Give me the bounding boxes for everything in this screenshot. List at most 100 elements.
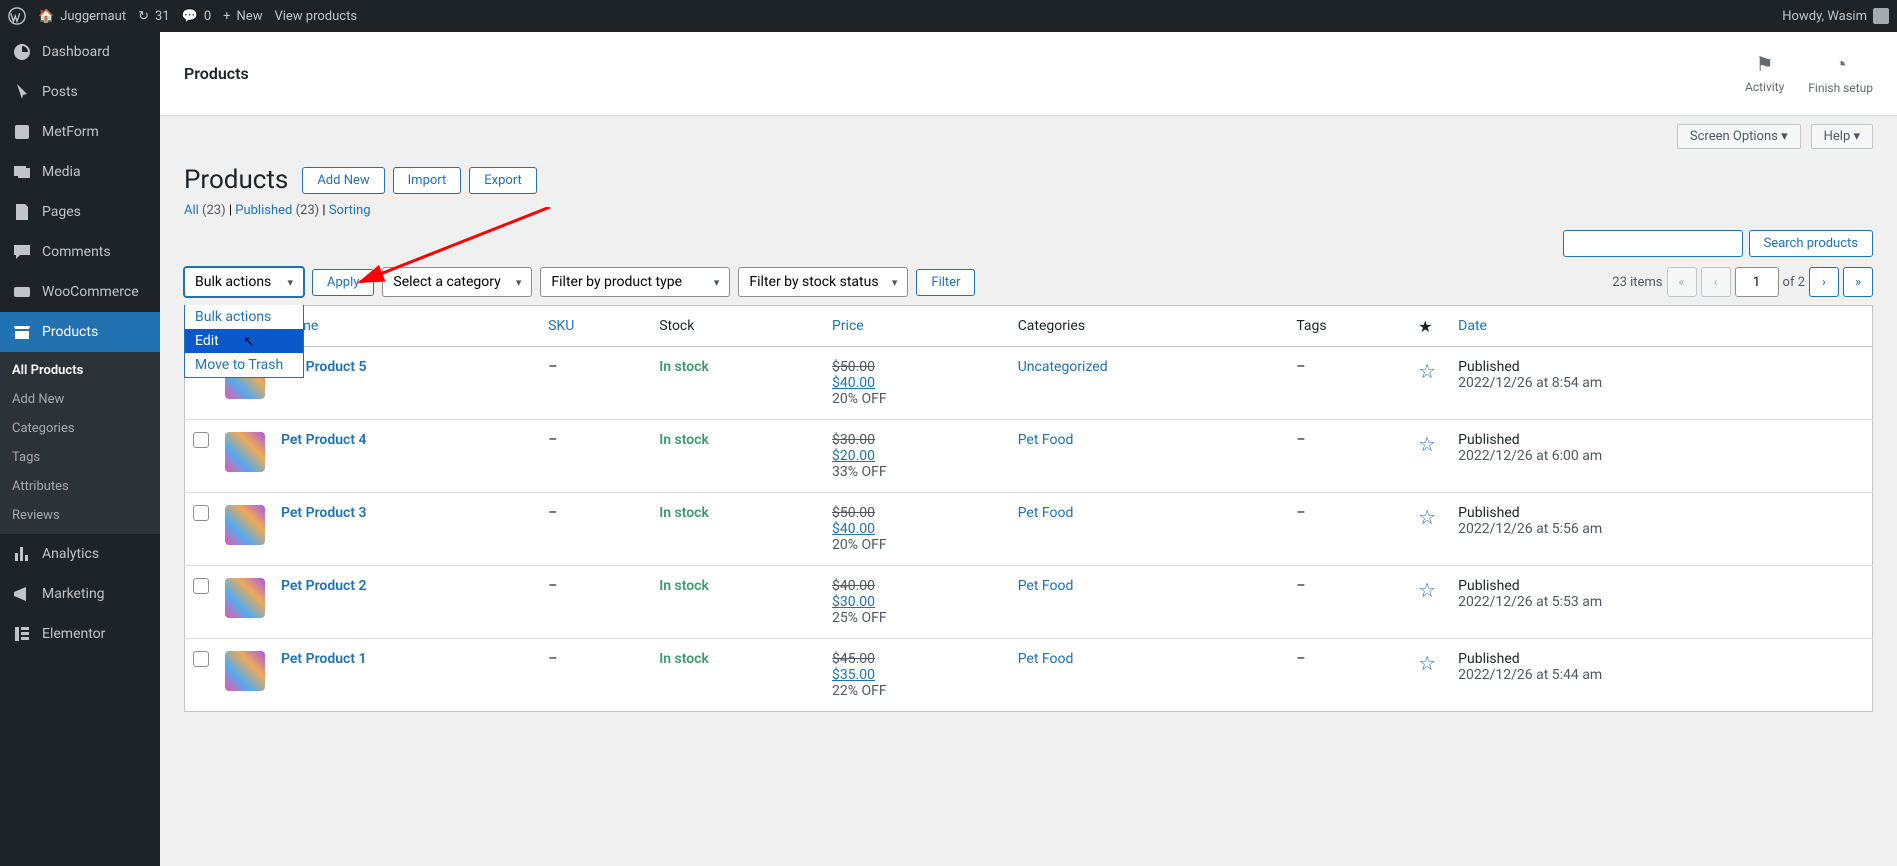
analytics-icon [12,544,32,564]
column-name[interactable]: Name [273,306,540,347]
dropdown-edit[interactable]: Edit [185,329,303,353]
screen-options-button[interactable]: Screen Options ▾ [1677,124,1801,149]
product-thumbnail[interactable] [225,505,265,545]
sidebar-item-pages[interactable]: Pages [0,192,160,232]
category-link[interactable]: Uncategorized [1018,359,1108,375]
status-published[interactable]: Published [235,203,292,218]
status-all[interactable]: All [184,203,199,218]
admin-bar: 🏠 Juggernaut ↻ 31 💬 0 + New View product… [0,0,1897,32]
sidebar-item-analytics[interactable]: Analytics [0,534,160,574]
table-row: Pet Product 4 – In stock $30.00 $20.00 3… [185,420,1873,493]
wp-logo[interactable] [8,7,26,25]
dashboard-icon [12,42,32,62]
product-thumbnail[interactable] [225,578,265,618]
new-content[interactable]: + New [223,9,262,24]
export-button[interactable]: Export [469,167,537,194]
add-new-button[interactable]: Add New [302,167,384,194]
filter-button[interactable]: Filter [916,269,975,296]
table-row: Pet Product 5 – In stock $50.00 $40.00 2… [185,347,1873,420]
products-table: Name SKU Stock Price Categories Tags ★ D… [184,305,1873,712]
product-name-link[interactable]: Pet Product 2 [281,578,367,594]
search-products-button[interactable]: Search products [1749,230,1873,257]
category-link[interactable]: Pet Food [1018,505,1074,521]
column-price[interactable]: Price [824,306,1010,347]
submenu-add-new[interactable]: Add New [0,385,160,414]
price-new: $40.00 [832,375,1002,391]
next-page-button[interactable]: › [1809,267,1839,297]
price-old: $30.00 [832,432,1002,448]
row-checkbox[interactable] [193,578,209,594]
price-old: $50.00 [832,359,1002,375]
avatar-icon [1873,8,1889,24]
column-sku[interactable]: SKU [540,306,651,347]
last-page-button[interactable]: » [1843,267,1873,297]
sidebar-item-posts[interactable]: Posts [0,72,160,112]
apply-button[interactable]: Apply [312,269,374,296]
sidebar-item-metform[interactable]: MetForm [0,112,160,152]
activity-button[interactable]: ⚑ Activity [1745,52,1784,95]
product-type-select[interactable]: Filter by product type [540,267,730,297]
table-row: Pet Product 3 – In stock $50.00 $40.00 2… [185,493,1873,566]
sidebar-item-woocommerce[interactable]: WooCommerce [0,272,160,312]
submenu-all-products[interactable]: All Products [0,356,160,385]
items-count: 23 items [1612,275,1662,290]
dropdown-bulk-actions[interactable]: Bulk actions [185,305,303,329]
tags-cell: – [1288,493,1410,566]
sidebar-item-elementor[interactable]: Elementor [0,614,160,654]
featured-column-icon: ★ [1418,317,1432,336]
price-old: $45.00 [832,651,1002,667]
submenu-attributes[interactable]: Attributes [0,472,160,501]
product-name-link[interactable]: Pet Product 3 [281,505,367,521]
featured-star-icon[interactable]: ☆ [1418,432,1436,456]
product-thumbnail[interactable] [225,432,265,472]
category-link[interactable]: Pet Food [1018,651,1074,667]
discount: 25% OFF [832,610,1002,626]
featured-star-icon[interactable]: ☆ [1418,359,1436,383]
updates[interactable]: ↻ 31 [138,9,170,24]
search-input[interactable] [1563,230,1743,257]
sku-cell: – [540,347,651,420]
site-name[interactable]: 🏠 Juggernaut [38,9,126,24]
category-link[interactable]: Pet Food [1018,578,1074,594]
tags-cell: – [1288,420,1410,493]
header-title: Products [184,64,249,83]
dropdown-move-trash[interactable]: Move to Trash [185,353,303,377]
current-page-input[interactable] [1735,267,1779,297]
column-tags: Tags [1288,306,1410,347]
featured-star-icon[interactable]: ☆ [1418,505,1436,529]
form-icon [12,122,32,142]
status-sorting[interactable]: Sorting [329,203,371,218]
comments-count[interactable]: 💬 0 [182,9,212,24]
publish-status: Published [1458,505,1864,521]
featured-star-icon[interactable]: ☆ [1418,651,1436,675]
column-stock: Stock [651,306,824,347]
product-name-link[interactable]: Pet Product 1 [281,651,367,667]
product-thumbnail[interactable] [225,651,265,691]
finish-setup-button[interactable]: ◔ Finish setup [1808,52,1873,95]
submenu-categories[interactable]: Categories [0,414,160,443]
view-products[interactable]: View products [274,9,357,24]
import-button[interactable]: Import [393,167,462,194]
howdy[interactable]: Howdy, Wasim [1782,8,1889,24]
help-button[interactable]: Help ▾ [1811,124,1873,149]
category-link[interactable]: Pet Food [1018,432,1074,448]
column-date[interactable]: Date [1450,306,1872,347]
sidebar-submenu: All Products Add New Categories Tags Att… [0,352,160,534]
sidebar-item-media[interactable]: Media [0,152,160,192]
sidebar-item-marketing[interactable]: Marketing [0,574,160,614]
row-checkbox[interactable] [193,651,209,667]
sku-cell: – [540,420,651,493]
publish-date: 2022/12/26 at 6:00 am [1458,448,1864,464]
sidebar-item-dashboard[interactable]: Dashboard [0,32,160,72]
row-checkbox[interactable] [193,432,209,448]
sidebar-item-comments[interactable]: Comments [0,232,160,272]
submenu-reviews[interactable]: Reviews [0,501,160,530]
featured-star-icon[interactable]: ☆ [1418,578,1436,602]
row-checkbox[interactable] [193,505,209,521]
product-name-link[interactable]: Pet Product 4 [281,432,367,448]
submenu-tags[interactable]: Tags [0,443,160,472]
bulk-actions-select[interactable]: Bulk actions [184,267,304,297]
category-select[interactable]: Select a category [382,267,532,297]
sidebar-item-products[interactable]: Products [0,312,160,352]
stock-status-select[interactable]: Filter by stock status [738,267,908,297]
